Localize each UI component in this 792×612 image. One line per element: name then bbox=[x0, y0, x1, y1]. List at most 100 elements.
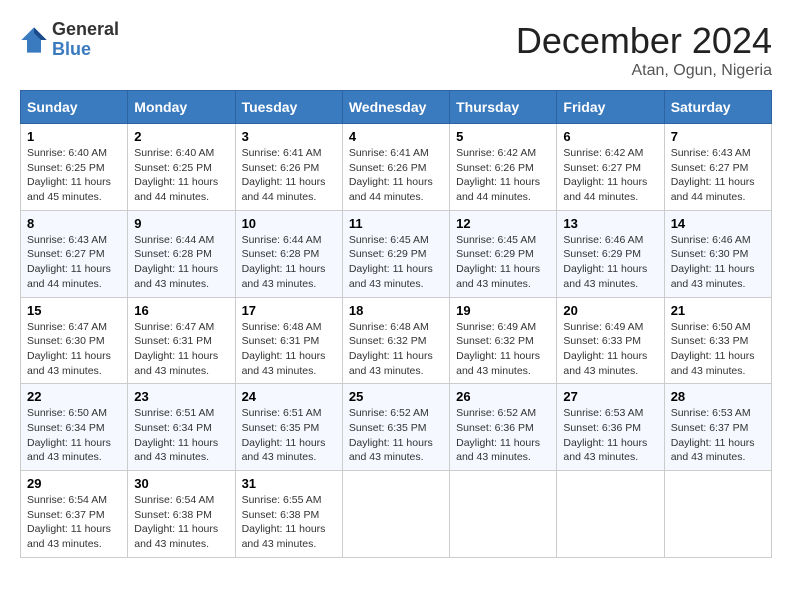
day-number: 2 bbox=[134, 129, 228, 144]
calendar-cell: 20 Sunrise: 6:49 AMSunset: 6:33 PMDayligh… bbox=[557, 297, 664, 384]
calendar-cell bbox=[342, 471, 449, 558]
day-number: 23 bbox=[134, 389, 228, 404]
weekday-header-friday: Friday bbox=[557, 91, 664, 124]
day-info: Sunrise: 6:48 AMSunset: 6:31 PMDaylight:… bbox=[242, 320, 336, 379]
day-info: Sunrise: 6:48 AMSunset: 6:32 PMDaylight:… bbox=[349, 320, 443, 379]
day-info: Sunrise: 6:40 AMSunset: 6:25 PMDaylight:… bbox=[134, 146, 228, 205]
day-info: Sunrise: 6:55 AMSunset: 6:38 PMDaylight:… bbox=[242, 493, 336, 552]
weekday-header-tuesday: Tuesday bbox=[235, 91, 342, 124]
day-number: 29 bbox=[27, 476, 121, 491]
logo-blue-text: Blue bbox=[52, 40, 119, 60]
calendar-cell: 14 Sunrise: 6:46 AMSunset: 6:30 PMDayligh… bbox=[664, 210, 771, 297]
day-number: 11 bbox=[349, 216, 443, 231]
logo-icon bbox=[20, 26, 48, 54]
calendar-cell: 11 Sunrise: 6:45 AMSunset: 6:29 PMDayligh… bbox=[342, 210, 449, 297]
calendar-cell bbox=[664, 471, 771, 558]
calendar-table: SundayMondayTuesdayWednesdayThursdayFrid… bbox=[20, 90, 772, 558]
weekday-header-monday: Monday bbox=[128, 91, 235, 124]
day-info: Sunrise: 6:50 AMSunset: 6:33 PMDaylight:… bbox=[671, 320, 765, 379]
day-number: 25 bbox=[349, 389, 443, 404]
day-info: Sunrise: 6:46 AMSunset: 6:29 PMDaylight:… bbox=[563, 233, 657, 292]
title-area: December 2024 Atan, Ogun, Nigeria bbox=[516, 20, 772, 80]
day-info: Sunrise: 6:40 AMSunset: 6:25 PMDaylight:… bbox=[27, 146, 121, 205]
location-subtitle: Atan, Ogun, Nigeria bbox=[516, 62, 772, 80]
day-info: Sunrise: 6:47 AMSunset: 6:30 PMDaylight:… bbox=[27, 320, 121, 379]
day-info: Sunrise: 6:51 AMSunset: 6:35 PMDaylight:… bbox=[242, 406, 336, 465]
day-number: 22 bbox=[27, 389, 121, 404]
calendar-cell: 16Sunrise: 6:47 AMSunset: 6:31 PMDayligh… bbox=[128, 297, 235, 384]
day-info: Sunrise: 6:53 AMSunset: 6:37 PMDaylight:… bbox=[671, 406, 765, 465]
calendar-week-2: 8 Sunrise: 6:43 AMSunset: 6:27 PMDaylight… bbox=[21, 210, 772, 297]
day-info: Sunrise: 6:43 AMSunset: 6:27 PMDaylight:… bbox=[671, 146, 765, 205]
day-info: Sunrise: 6:43 AMSunset: 6:27 PMDaylight:… bbox=[27, 233, 121, 292]
day-number: 19 bbox=[456, 303, 550, 318]
day-info: Sunrise: 6:54 AMSunset: 6:37 PMDaylight:… bbox=[27, 493, 121, 552]
day-number: 13 bbox=[563, 216, 657, 231]
calendar-week-4: 22 Sunrise: 6:50 AMSunset: 6:34 PMDayligh… bbox=[21, 384, 772, 471]
day-number: 5 bbox=[456, 129, 550, 144]
day-number: 12 bbox=[456, 216, 550, 231]
day-info: Sunrise: 6:52 AMSunset: 6:36 PMDaylight:… bbox=[456, 406, 550, 465]
day-number: 16 bbox=[134, 303, 228, 318]
calendar-cell: 4Sunrise: 6:41 AMSunset: 6:26 PMDaylight… bbox=[342, 124, 449, 211]
day-info: Sunrise: 6:45 AMSunset: 6:29 PMDaylight:… bbox=[456, 233, 550, 292]
day-info: Sunrise: 6:53 AMSunset: 6:36 PMDaylight:… bbox=[563, 406, 657, 465]
day-number: 14 bbox=[671, 216, 765, 231]
day-info: Sunrise: 6:44 AMSunset: 6:28 PMDaylight:… bbox=[242, 233, 336, 292]
calendar-week-3: 15 Sunrise: 6:47 AMSunset: 6:30 PMDayligh… bbox=[21, 297, 772, 384]
day-number: 31 bbox=[242, 476, 336, 491]
calendar-cell: 15 Sunrise: 6:47 AMSunset: 6:30 PMDayligh… bbox=[21, 297, 128, 384]
weekday-header-sunday: Sunday bbox=[21, 91, 128, 124]
calendar-cell: 22 Sunrise: 6:50 AMSunset: 6:34 PMDayligh… bbox=[21, 384, 128, 471]
day-number: 8 bbox=[27, 216, 121, 231]
calendar-cell bbox=[450, 471, 557, 558]
calendar-cell: 29 Sunrise: 6:54 AMSunset: 6:37 PMDayligh… bbox=[21, 471, 128, 558]
day-number: 4 bbox=[349, 129, 443, 144]
day-number: 20 bbox=[563, 303, 657, 318]
calendar-cell: 3Sunrise: 6:41 AMSunset: 6:26 PMDaylight… bbox=[235, 124, 342, 211]
weekday-header-thursday: Thursday bbox=[450, 91, 557, 124]
calendar-cell: 7 Sunrise: 6:43 AMSunset: 6:27 PMDaylight… bbox=[664, 124, 771, 211]
day-info: Sunrise: 6:52 AMSunset: 6:35 PMDaylight:… bbox=[349, 406, 443, 465]
calendar-week-1: 1 Sunrise: 6:40 AMSunset: 6:25 PMDaylight… bbox=[21, 124, 772, 211]
logo-general-text: General bbox=[52, 20, 119, 40]
day-info: Sunrise: 6:50 AMSunset: 6:34 PMDaylight:… bbox=[27, 406, 121, 465]
day-number: 10 bbox=[242, 216, 336, 231]
calendar-cell: 5 Sunrise: 6:42 AMSunset: 6:26 PMDaylight… bbox=[450, 124, 557, 211]
day-number: 21 bbox=[671, 303, 765, 318]
calendar-cell: 1 Sunrise: 6:40 AMSunset: 6:25 PMDaylight… bbox=[21, 124, 128, 211]
calendar-cell: 13 Sunrise: 6:46 AMSunset: 6:29 PMDayligh… bbox=[557, 210, 664, 297]
day-info: Sunrise: 6:42 AMSunset: 6:26 PMDaylight:… bbox=[456, 146, 550, 205]
weekday-header-saturday: Saturday bbox=[664, 91, 771, 124]
weekday-header-row: SundayMondayTuesdayWednesdayThursdayFrid… bbox=[21, 91, 772, 124]
calendar-cell: 21 Sunrise: 6:50 AMSunset: 6:33 PMDayligh… bbox=[664, 297, 771, 384]
calendar-cell: 2 Sunrise: 6:40 AMSunset: 6:25 PMDaylight… bbox=[128, 124, 235, 211]
calendar-cell: 19Sunrise: 6:49 AMSunset: 6:32 PMDayligh… bbox=[450, 297, 557, 384]
logo-text: General Blue bbox=[52, 20, 119, 60]
calendar-cell: 18 Sunrise: 6:48 AMSunset: 6:32 PMDayligh… bbox=[342, 297, 449, 384]
calendar-cell: 9 Sunrise: 6:44 AMSunset: 6:28 PMDaylight… bbox=[128, 210, 235, 297]
day-number: 27 bbox=[563, 389, 657, 404]
calendar-cell: 8 Sunrise: 6:43 AMSunset: 6:27 PMDaylight… bbox=[21, 210, 128, 297]
day-number: 30 bbox=[134, 476, 228, 491]
day-info: Sunrise: 6:45 AMSunset: 6:29 PMDaylight:… bbox=[349, 233, 443, 292]
day-info: Sunrise: 6:49 AMSunset: 6:33 PMDaylight:… bbox=[563, 320, 657, 379]
calendar-cell: 27 Sunrise: 6:53 AMSunset: 6:36 PMDayligh… bbox=[557, 384, 664, 471]
month-title: December 2024 bbox=[516, 20, 772, 62]
day-number: 1 bbox=[27, 129, 121, 144]
day-info: Sunrise: 6:42 AMSunset: 6:27 PMDaylight:… bbox=[563, 146, 657, 205]
day-number: 28 bbox=[671, 389, 765, 404]
day-number: 7 bbox=[671, 129, 765, 144]
day-number: 15 bbox=[27, 303, 121, 318]
day-number: 6 bbox=[563, 129, 657, 144]
day-number: 3 bbox=[242, 129, 336, 144]
day-number: 18 bbox=[349, 303, 443, 318]
calendar-cell: 26Sunrise: 6:52 AMSunset: 6:36 PMDayligh… bbox=[450, 384, 557, 471]
day-number: 17 bbox=[242, 303, 336, 318]
day-number: 9 bbox=[134, 216, 228, 231]
day-info: Sunrise: 6:46 AMSunset: 6:30 PMDaylight:… bbox=[671, 233, 765, 292]
calendar-cell: 6 Sunrise: 6:42 AMSunset: 6:27 PMDaylight… bbox=[557, 124, 664, 211]
calendar-cell: 23Sunrise: 6:51 AMSunset: 6:34 PMDayligh… bbox=[128, 384, 235, 471]
day-info: Sunrise: 6:44 AMSunset: 6:28 PMDaylight:… bbox=[134, 233, 228, 292]
day-number: 24 bbox=[242, 389, 336, 404]
